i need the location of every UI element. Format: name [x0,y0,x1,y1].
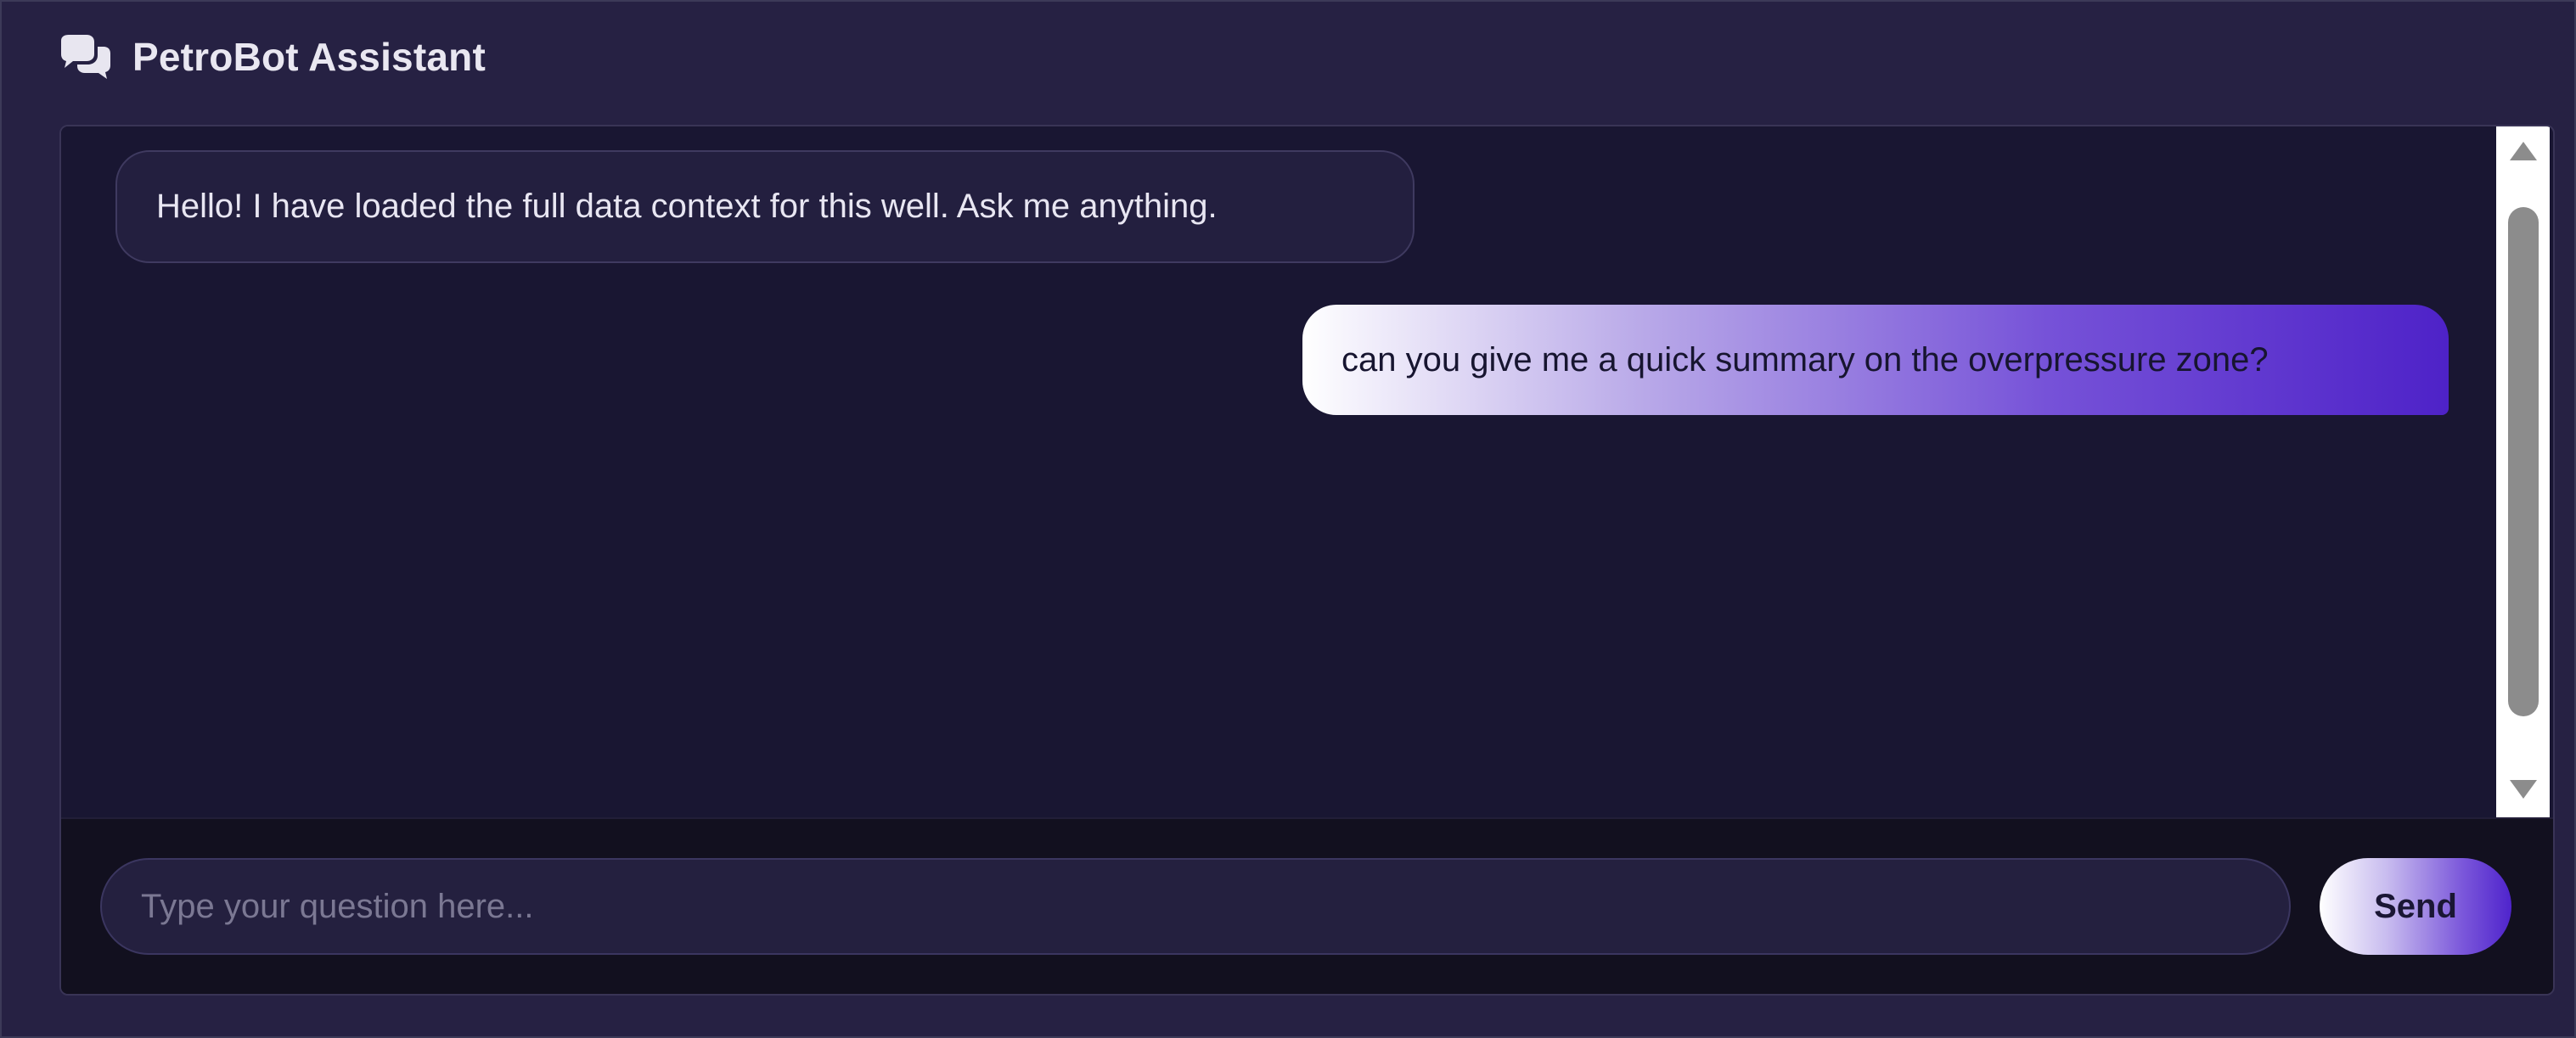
user-message: can you give me a quick summary on the o… [1302,305,2449,415]
comments-icon [54,31,114,82]
scroll-down-icon[interactable] [2508,777,2539,802]
bot-message: Hello! I have loaded the full data conte… [115,150,1415,263]
page-title: PetroBot Assistant [132,35,486,79]
chat-header: PetroBot Assistant [54,27,486,87]
message-list[interactable]: Hello! I have loaded the full data conte… [61,126,2496,817]
scroll-up-icon[interactable] [2508,138,2539,164]
send-button[interactable]: Send [2320,858,2511,955]
chat-window: PetroBot Assistant Hello! I have loaded … [0,0,2576,1038]
input-area: Send [61,817,2553,994]
message-scrollbar[interactable] [2496,126,2550,817]
scrollbar-thumb[interactable] [2508,207,2539,716]
chat-panel: Hello! I have loaded the full data conte… [59,125,2555,996]
question-input[interactable] [100,858,2291,955]
